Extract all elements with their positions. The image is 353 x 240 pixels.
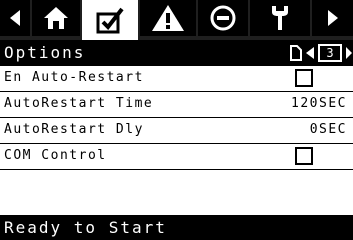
option-row-autorestart-dly[interactable]: AutoRestart Dly 0SEC [0,118,353,144]
tab-stop[interactable] [198,0,248,36]
tab-bar [0,0,353,40]
page-prev-icon[interactable] [305,46,315,60]
checklist-icon [96,7,124,34]
option-value: 0SEC [309,122,347,137]
warning-icon [152,5,184,31]
page-header: Options 3 [0,40,353,66]
en-auto-restart-checkbox[interactable] [295,69,313,87]
option-label: AutoRestart Time [4,96,154,111]
empty-row [0,170,353,215]
option-row-en-auto-restart[interactable]: En Auto-Restart [0,66,353,92]
com-control-checkbox[interactable] [295,147,313,165]
status-text: Ready to Start [4,218,167,237]
option-label: COM Control [4,148,107,163]
option-value: 120SEC [291,96,347,111]
tab-scroll-right[interactable] [312,0,353,36]
option-label: AutoRestart Dly [4,122,144,137]
page-next-icon[interactable] [345,46,353,60]
right-arrow-icon [327,10,338,26]
option-row-autorestart-time[interactable]: AutoRestart Time 120SEC [0,92,353,118]
status-bar: Ready to Start [0,215,353,240]
page-title: Options [4,43,86,62]
wrench-icon [272,6,288,30]
home-icon [44,7,68,29]
document-icon [290,45,302,61]
tab-alarms[interactable] [140,0,196,36]
stop-icon [210,5,236,31]
page-number: 3 [318,44,342,62]
tab-options[interactable] [82,0,138,40]
option-label: En Auto-Restart [4,70,144,85]
left-arrow-icon [10,10,20,26]
tab-tools[interactable] [250,0,310,36]
option-row-com-control[interactable]: COM Control [0,144,353,170]
hmi-screen: Options 3 En Auto-Restart AutoRestart Ti… [0,0,353,240]
tab-home[interactable] [32,0,80,36]
tab-scroll-left[interactable] [0,0,30,36]
pager: 3 [290,44,353,62]
